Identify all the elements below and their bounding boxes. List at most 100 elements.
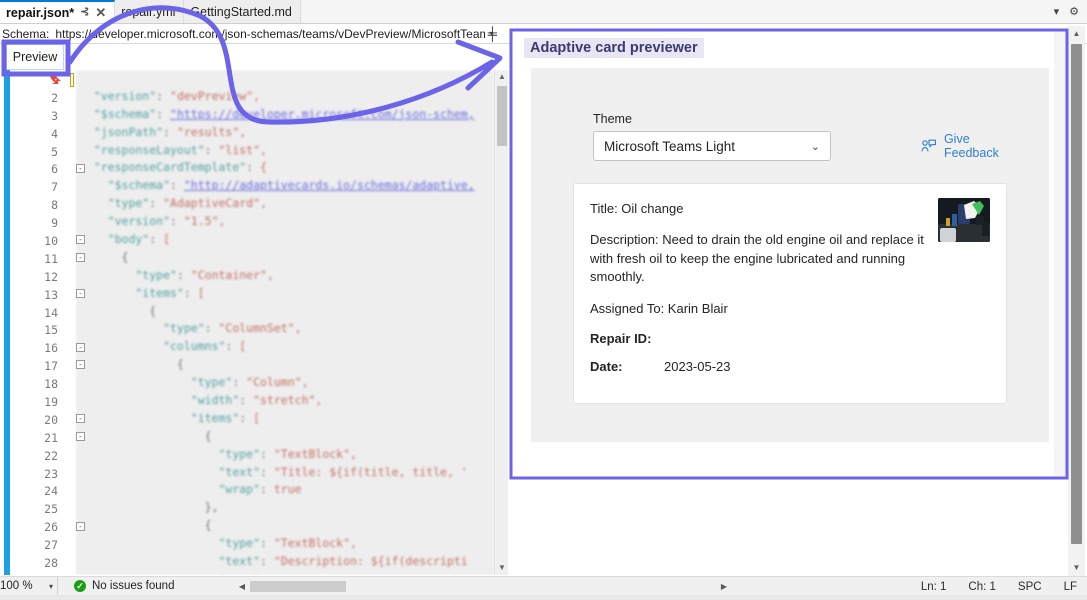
gear-icon[interactable]: ⚙ <box>1069 5 1079 18</box>
card-repair-id-row: Repair ID: <box>590 331 988 346</box>
fold-toggle[interactable]: - <box>76 360 85 370</box>
code-line: "wrap": true <box>80 482 302 497</box>
fold-toggle[interactable]: - <box>76 414 85 424</box>
card-date-row: Date: 2023-05-23 <box>590 359 988 374</box>
schema-label: Schema: <box>2 26 50 41</box>
status-bar-right: Ln: 1 Ch: 1 SPC LF <box>921 577 1077 596</box>
chevron-down-icon[interactable]: ▾ <box>1054 5 1060 18</box>
tab-bar-actions: ▾ ⚙ <box>1045 0 1087 23</box>
tab-repair-json[interactable]: repair.json* ⊰ ✕ <box>0 0 116 23</box>
scrollbar-thumb[interactable] <box>250 580 346 592</box>
fold-toggle[interactable]: - <box>76 288 85 298</box>
give-feedback-label: Give Feedback <box>943 132 999 160</box>
tab-label: repair.json* <box>6 5 75 20</box>
code-line: "type": "TextBlock", <box>80 446 357 461</box>
fold-toggle[interactable]: - <box>76 432 85 441</box>
line-number: 26 <box>44 520 58 535</box>
tab-label: repair.yml <box>121 4 176 19</box>
tab-repair-yml[interactable]: repair.yml <box>115 0 185 23</box>
editor-horizontal-scrollbar[interactable]: ◀ ▶ <box>236 579 727 593</box>
card-thumbnail-image <box>938 198 990 242</box>
line-number: 28 <box>44 556 58 571</box>
code-line: "type": "Column", <box>80 375 309 390</box>
previewer-title: Adaptive card previewer <box>524 38 704 58</box>
line-number: 17 <box>44 359 58 374</box>
code-text-area[interactable]: "version": "devPreview", "$schema": "htt… <box>76 70 494 575</box>
give-feedback-link[interactable]: Give Feedback <box>921 132 1027 160</box>
fold-toggle[interactable]: - <box>76 163 85 173</box>
code-line: "text": "Title: ${if(title, title, ' <box>80 464 468 479</box>
column-indicator[interactable]: Ch: 1 <box>968 581 996 593</box>
line-number: 5 <box>51 144 58 159</box>
line-number: 23 <box>44 466 58 481</box>
code-line: { <box>80 303 157 318</box>
line-indicator[interactable]: Ln: 1 <box>921 581 947 593</box>
close-icon[interactable]: ✕ <box>95 6 106 19</box>
previewer-body: Theme Microsoft Teams Light ⌄ Give Feedb… <box>531 68 1049 442</box>
glyph-margin[interactable] <box>62 70 72 575</box>
code-line: "jsonPath": "results", <box>80 124 247 139</box>
line-number: 8 <box>51 198 58 213</box>
status-bar-filler <box>0 595 1087 600</box>
line-number: 25 <box>44 502 58 517</box>
line-number: 9 <box>51 216 58 231</box>
code-folding-column[interactable]: ---------- <box>76 70 88 575</box>
code-line: "text": "Description: ${if(descripti <box>80 554 468 569</box>
line-number: 7 <box>51 180 58 195</box>
line-number: 22 <box>44 448 58 463</box>
code-line: { <box>80 249 129 264</box>
pin-icon[interactable]: ⊰ <box>80 7 89 18</box>
window-vertical-scrollbar[interactable]: ▲ ▼ <box>1068 26 1085 576</box>
schema-value[interactable]: https://developer.microsoft.com/json-sch… <box>55 27 485 41</box>
scroll-down-arrow[interactable]: ▼ <box>1068 560 1085 576</box>
issues-status[interactable]: ✓ No issues found <box>74 580 174 592</box>
scrollbar-thumb[interactable] <box>497 86 507 146</box>
fold-toggle[interactable]: - <box>76 253 85 262</box>
scroll-left-arrow[interactable]: ◀ <box>236 582 248 591</box>
split-editor-icon[interactable]: ╪ <box>488 26 497 41</box>
scroll-up-arrow[interactable]: ▲ <box>1068 26 1085 42</box>
code-line: "columns": [ <box>80 339 247 354</box>
tab-label: GettingStarted.md <box>190 4 292 19</box>
line-number: 2 <box>51 90 58 105</box>
editor-vertical-scrollbar[interactable]: ▲ ▼ <box>494 70 508 575</box>
code-line: "items": [ <box>80 285 205 300</box>
issues-label: No issues found <box>92 580 175 592</box>
fold-toggle[interactable]: - <box>76 235 85 245</box>
bookmark-icon[interactable]: 🔖 <box>48 72 62 85</box>
code-editor[interactable]: 1 2 3 4 5 6 7 8 9 10 11 12 13 14 15 16 17 18 19 20 21 22 23 24 2… <box>4 70 508 575</box>
code-line: "$schema": "https://developer.microsoft.… <box>80 106 475 121</box>
eol-indicator[interactable]: LF <box>1064 581 1077 593</box>
card-date-key: Date: <box>590 359 623 375</box>
adaptive-card: Title: Oil change Description: Need to d… <box>573 183 1007 405</box>
theme-label: Theme <box>593 112 632 126</box>
tab-getting-started-md[interactable]: GettingStarted.md <box>184 0 301 23</box>
line-number: 12 <box>44 269 58 284</box>
line-number: 18 <box>44 377 58 392</box>
indentation-indicator[interactable]: SPC <box>1018 581 1042 593</box>
preview-button-label: Preview <box>12 50 58 64</box>
line-number: 21 <box>44 430 58 445</box>
zoom-level-control[interactable]: 100 % ▾ <box>0 576 58 596</box>
line-number: 3 <box>51 108 58 123</box>
code-line: { <box>80 518 212 533</box>
preview-button[interactable]: Preview <box>6 44 64 70</box>
fold-toggle[interactable]: - <box>76 521 85 531</box>
theme-select[interactable]: Microsoft Teams Light ⌄ <box>593 131 831 161</box>
code-line: "responseCardTemplate": { <box>80 160 267 175</box>
line-number: 15 <box>44 323 58 338</box>
line-number: 6 <box>51 162 58 177</box>
scroll-right-arrow[interactable]: ▶ <box>718 582 730 591</box>
scrollbar-track[interactable] <box>248 580 486 592</box>
scroll-up-arrow[interactable]: ▲ <box>495 70 508 84</box>
scroll-down-arrow[interactable]: ▼ <box>495 561 508 575</box>
previewer-vertical-scrollbar[interactable] <box>1054 30 1068 476</box>
scrollbar-thumb[interactable] <box>1071 44 1082 544</box>
code-line: "type": "AdaptiveCard", <box>80 196 267 211</box>
line-number: 11 <box>44 251 58 266</box>
card-title-line: Title: Oil change <box>590 201 684 216</box>
fold-toggle[interactable]: - <box>76 342 85 352</box>
line-number: 4 <box>51 126 58 141</box>
chevron-down-icon: ⌄ <box>810 140 820 153</box>
